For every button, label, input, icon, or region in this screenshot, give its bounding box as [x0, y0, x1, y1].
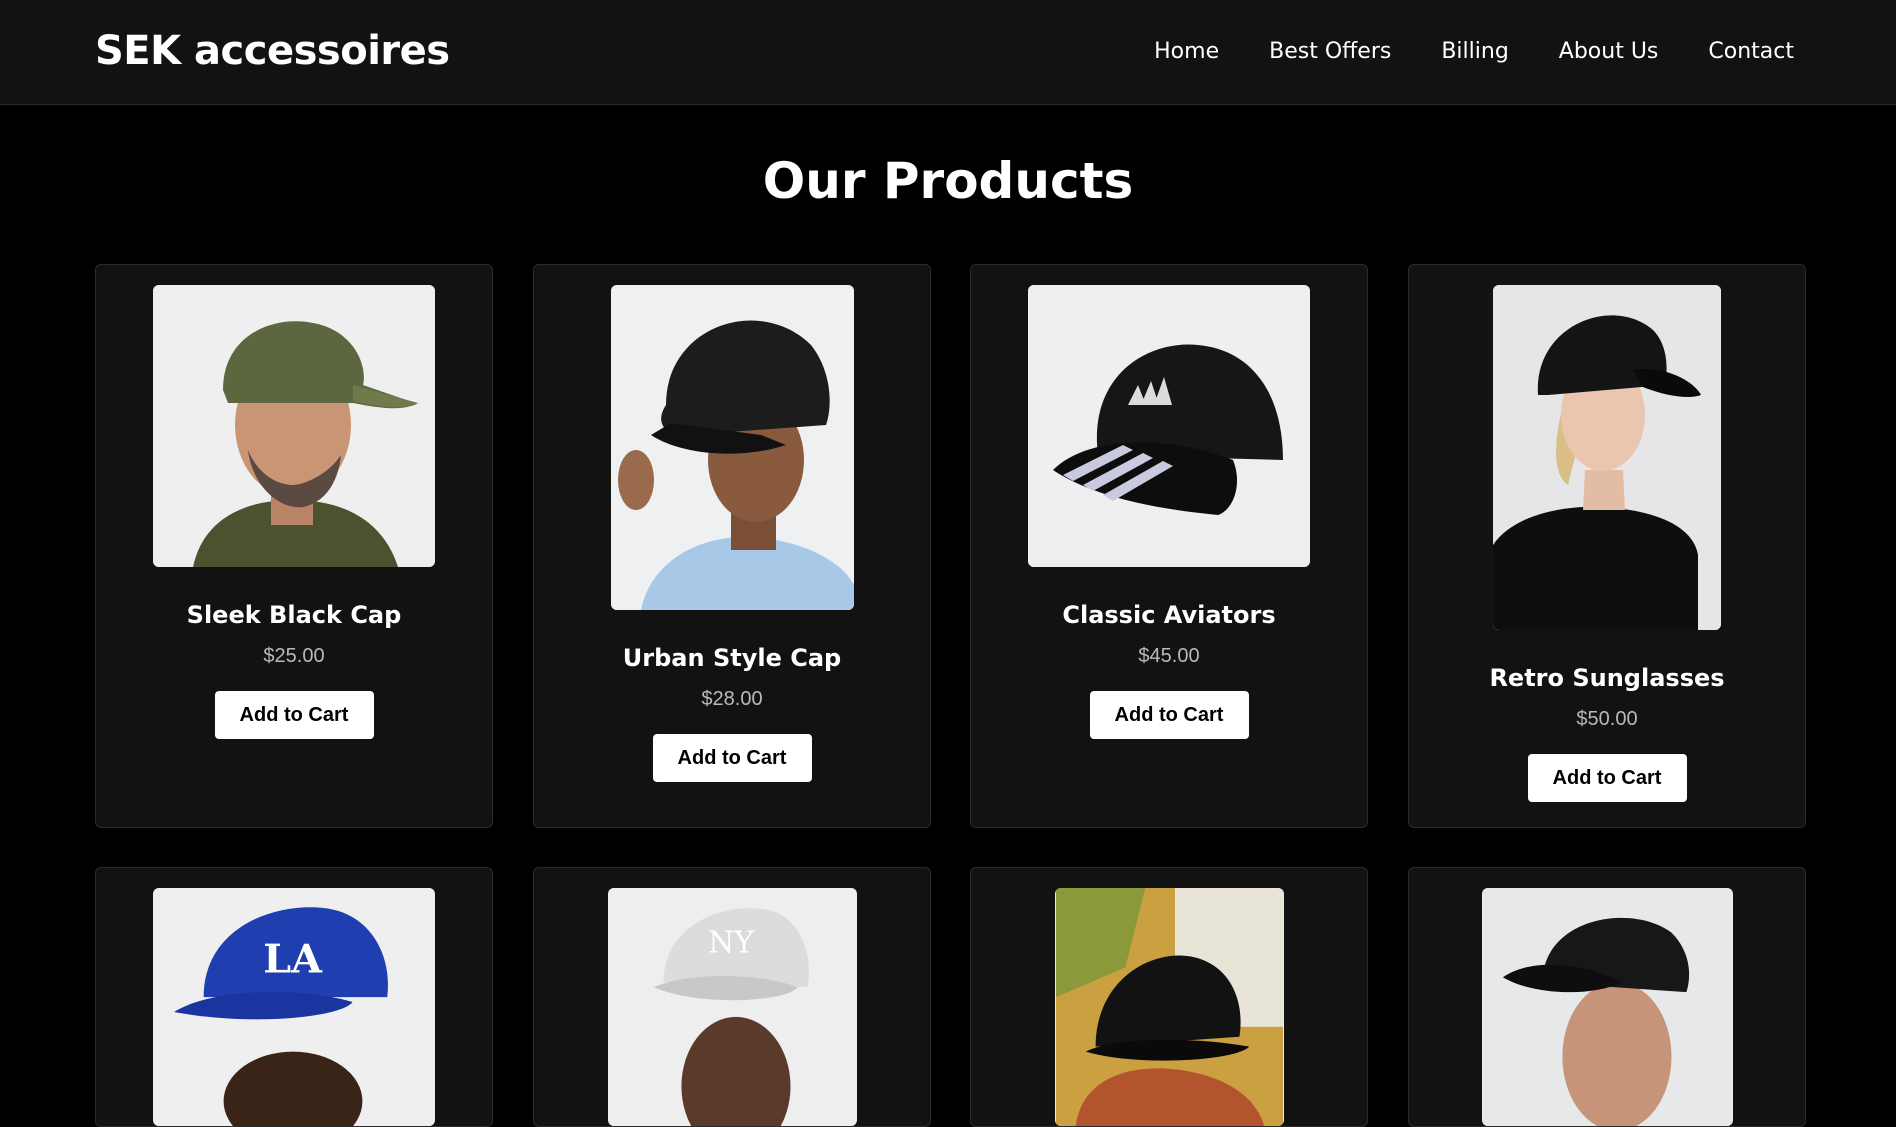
product-card: Urban Style Cap $28.00 Add to Cart: [533, 264, 931, 828]
nav-about-us[interactable]: About Us: [1559, 38, 1659, 66]
nav-contact[interactable]: Contact: [1708, 38, 1794, 66]
product-name[interactable]: Sleek Black Cap: [187, 601, 402, 629]
product-card: [1408, 867, 1806, 1127]
product-price: $50.00: [1576, 708, 1638, 730]
product-card: Sleek Black Cap $25.00 Add to Cart: [95, 264, 493, 828]
site-header: SEK accessoires Home Best Offers Billing…: [0, 0, 1896, 105]
product-card: Classic Aviators $45.00 Add to Cart: [970, 264, 1368, 828]
add-to-cart-button[interactable]: Add to Cart: [214, 691, 374, 739]
product-name[interactable]: Retro Sunglasses: [1489, 664, 1724, 692]
product-card: LA: [95, 867, 493, 1127]
product-name[interactable]: Urban Style Cap: [623, 644, 841, 672]
product-card: NY: [533, 867, 931, 1127]
product-price: $45.00: [1138, 645, 1200, 667]
svg-text:LA: LA: [263, 936, 323, 982]
main-nav: Home Best Offers Billing About Us Contac…: [1154, 38, 1794, 66]
product-price: $25.00: [263, 645, 325, 667]
black-striped-cap-photo: [1028, 285, 1310, 567]
blue-la-cap-photo: LA: [153, 888, 435, 1126]
nav-best-offers[interactable]: Best Offers: [1269, 38, 1391, 66]
nav-billing[interactable]: Billing: [1441, 38, 1508, 66]
black-cap-man-photo: [610, 285, 854, 610]
add-to-cart-button[interactable]: Add to Cart: [1089, 691, 1249, 739]
svg-text:NY: NY: [708, 925, 754, 960]
add-to-cart-button[interactable]: Add to Cart: [652, 734, 812, 782]
white-ny-cap-photo: NY: [607, 888, 857, 1126]
black-cap-woman-outdoor-photo: [1054, 888, 1284, 1126]
olive-cap-man-photo: [153, 285, 435, 567]
product-price: $28.00: [701, 688, 763, 710]
site-logo[interactable]: SEK accessoires: [95, 28, 450, 74]
product-name[interactable]: Classic Aviators: [1062, 601, 1275, 629]
black-cap-woman-photo: [1493, 285, 1721, 630]
product-card: Retro Sunglasses $50.00 Add to Cart: [1408, 264, 1806, 828]
black-cap-man-profile-photo: [1481, 888, 1733, 1126]
add-to-cart-button[interactable]: Add to Cart: [1527, 754, 1687, 802]
page-title: Our Products: [762, 152, 1134, 210]
product-card: [970, 867, 1368, 1127]
nav-home[interactable]: Home: [1154, 38, 1219, 66]
